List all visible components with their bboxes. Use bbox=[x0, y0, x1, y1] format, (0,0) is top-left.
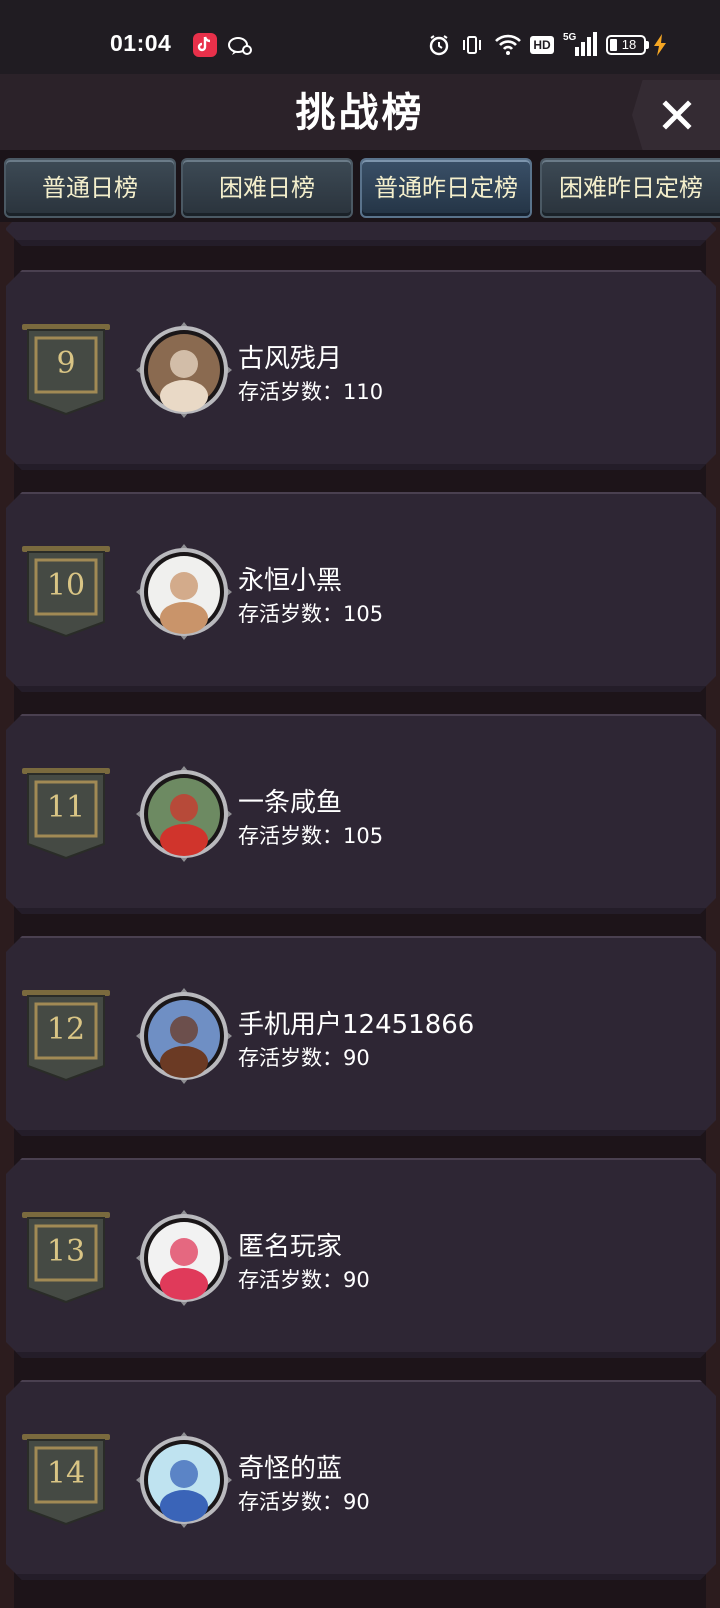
tab-hard-daily[interactable]: 困难日榜 bbox=[181, 158, 353, 218]
tab-hard-yesterday-final[interactable]: 困难昨日定榜 bbox=[540, 158, 720, 218]
rank-number: 9 bbox=[56, 346, 76, 381]
wifi-icon bbox=[494, 34, 522, 56]
player-name: 一条咸鱼 bbox=[238, 788, 343, 818]
player-survival-age: 存活岁数：105 bbox=[238, 824, 384, 848]
status-time: 01:04 bbox=[110, 30, 172, 56]
tiktok-icon bbox=[192, 32, 218, 58]
leaderboard-row[interactable]: 12 手机用户12451866 存活岁数：90 bbox=[6, 936, 716, 1136]
player-survival-age: 存活岁数：90 bbox=[238, 1490, 370, 1514]
player-avatar[interactable] bbox=[136, 322, 232, 418]
tab-bar: 普通日榜 困难日榜 普通昨日定榜 困难昨日定榜 bbox=[0, 150, 720, 222]
player-avatar[interactable] bbox=[136, 988, 232, 1084]
rank-number: 13 bbox=[46, 1234, 86, 1269]
alarm-icon bbox=[428, 34, 450, 56]
tab-normal-yesterday-final[interactable]: 普通昨日定榜 bbox=[360, 158, 532, 218]
leaderboard-row[interactable]: 10 永恒小黑存活岁数：105 bbox=[6, 492, 716, 692]
leaderboard-row[interactable]: 13 匿名玩家存活岁数：90 bbox=[6, 1158, 716, 1358]
close-button[interactable] bbox=[632, 80, 720, 150]
player-avatar[interactable] bbox=[136, 1210, 232, 1306]
chat-icon bbox=[227, 35, 253, 57]
rank-number: 12 bbox=[46, 1012, 86, 1047]
tab-normal-daily[interactable]: 普通日榜 bbox=[4, 158, 176, 218]
player-name: 手机用户12451866 bbox=[238, 1010, 475, 1040]
player-avatar[interactable] bbox=[136, 766, 232, 862]
app-root: 01:04 HD 5G 18 挑战榜 普通日榜 困难日榜 普通昨日定榜 困难昨日… bbox=[0, 0, 720, 1608]
rank-number: 10 bbox=[46, 568, 86, 603]
leaderboard-row[interactable]: 11 一条咸鱼存活岁数：105 bbox=[6, 714, 716, 914]
battery-level: 18 bbox=[621, 37, 637, 52]
close-icon bbox=[662, 100, 692, 130]
rank-number: 11 bbox=[46, 790, 86, 825]
battery-icon: 18 bbox=[606, 35, 650, 55]
player-name: 奇怪的蓝 bbox=[238, 1454, 343, 1484]
charging-icon bbox=[653, 34, 667, 56]
player-name: 匿名玩家 bbox=[238, 1232, 343, 1262]
page-title: 挑战榜 bbox=[295, 90, 425, 136]
player-survival-age: 存活岁数：90 bbox=[238, 1268, 370, 1292]
player-survival-age: 存活岁数：105 bbox=[238, 602, 384, 626]
signal-icon: 5G bbox=[563, 32, 597, 57]
player-survival-age: 存活岁数：90 bbox=[238, 1046, 370, 1070]
player-avatar[interactable] bbox=[136, 1432, 232, 1528]
player-name: 永恒小黑 bbox=[238, 566, 343, 596]
player-survival-age: 存活岁数：110 bbox=[238, 380, 384, 404]
vibrate-icon bbox=[461, 35, 483, 55]
leaderboard-list[interactable]: 9 古风残月 存活岁数：110 10 永恒小黑 存活岁数：105 11 一条咸鱼 存活岁数：10… bbox=[0, 222, 720, 1608]
player-avatar[interactable] bbox=[136, 544, 232, 640]
leaderboard-row[interactable]: 9 古风残月存活岁数：110 bbox=[6, 270, 716, 470]
leaderboard-row[interactable]: 14 奇怪的蓝存活岁数：90 bbox=[6, 1380, 716, 1580]
status-bar: 01:04 HD 5G 18 bbox=[0, 0, 720, 74]
player-name: 古风残月 bbox=[238, 344, 343, 374]
network-type: 5G bbox=[563, 32, 577, 43]
leaderboard-row-partial bbox=[6, 222, 716, 246]
header-bar: 挑战榜 bbox=[0, 74, 720, 150]
hd-icon: HD bbox=[530, 36, 554, 54]
rank-number: 14 bbox=[46, 1456, 86, 1491]
